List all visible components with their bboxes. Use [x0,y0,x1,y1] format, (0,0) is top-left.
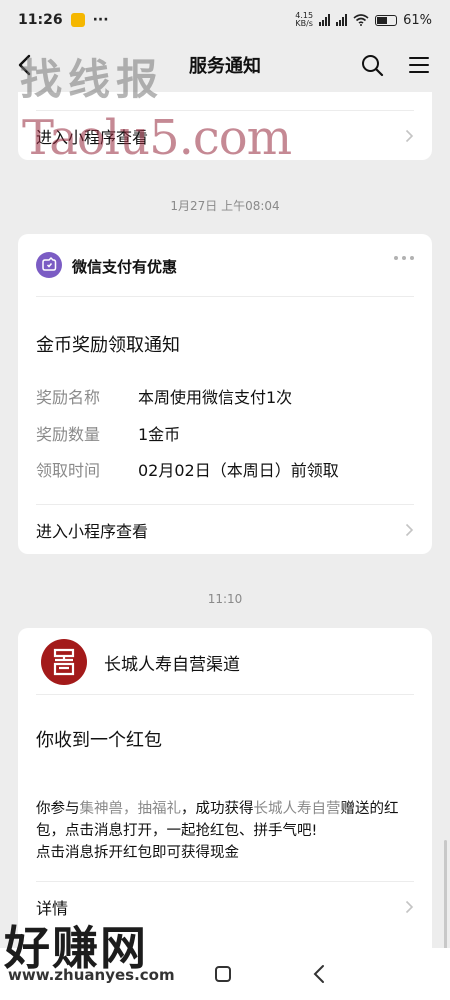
sender-name: 长城人寿自营渠道 [104,655,240,675]
message-body: 你参与集神兽，抽福礼，成功获得长城人寿自营赠送的红包，点击消息打开，一起抢红包、… [36,798,416,864]
message-timestamp: 1月27日 上午08:04 [170,199,280,213]
body-text: 点击消息拆开红包即可获得现金 [36,845,239,861]
divider [36,296,414,297]
divider [36,694,414,695]
status-time: 11:26 [18,12,63,28]
notification-app-icon [70,13,85,27]
nav-bar: 服务通知 [0,40,450,90]
wechat-pay-offer-icon [36,252,62,278]
link-label: 进入小程序查看 [36,522,149,541]
battery-level: 61% [403,12,432,28]
home-square-icon[interactable] [214,965,232,983]
signal-icon-2 [336,14,348,26]
field-label: 领取时间 [36,461,101,480]
back-triangle-icon[interactable] [312,964,326,984]
message-heading: 你收到一个红包 [36,730,162,751]
body-highlight: 长城人寿自营 [253,801,341,817]
field-value: 本周使用微信支付1次 [138,388,293,407]
chevron-left-icon[interactable] [14,53,36,77]
field-value: 02月02日（本周日）前领取 [138,461,339,480]
body-text: ，成功获得 [181,801,254,817]
more-options-icon[interactable] [394,256,414,260]
battery-icon [375,14,398,26]
status-left: 11:26 ··· [18,12,109,28]
net-speed-unit: KB/s [295,19,313,28]
message-card-wechat-pay[interactable]: 微信支付有优惠 金币奖励领取通知 奖励名称 本周使用微信支付1次 奖励数量 1金… [18,234,432,554]
message-heading: 金币奖励领取通知 [36,335,180,356]
sender-name: 微信支付有优惠 [72,258,178,276]
body-highlight: 集神兽，抽福礼 [79,801,182,817]
previous-message-card[interactable]: 进入小程序查看 [18,92,432,160]
field-value: 1金币 [138,425,181,444]
field-label: 奖励数量 [36,425,101,444]
status-more-dots: ··· [92,12,109,28]
status-bar: 11:26 ··· 4.15 KB/s 61% [0,0,450,40]
body-text: 你参与 [36,801,80,817]
link-label: 进入小程序查看 [36,128,149,147]
open-mini-program-link[interactable]: 进入小程序查看 [18,111,432,161]
search-icon[interactable] [360,53,384,77]
open-mini-program-link[interactable]: 进入小程序查看 [18,505,432,555]
chevron-right-icon [405,129,414,143]
watermark-bottom-url: www.zhuanyes.com [8,966,175,984]
signal-icon [319,14,331,26]
page-title: 服务通知 [189,56,261,77]
chevron-right-icon [405,900,414,914]
wifi-icon [353,14,369,26]
chevron-right-icon [405,523,414,537]
message-timestamp: 11:10 [207,592,243,606]
great-wall-life-logo-icon [41,639,87,685]
net-speed: 4.15 KB/s [295,12,313,28]
status-right: 4.15 KB/s 61% [295,12,432,28]
message-card-great-wall-life[interactable]: 长城人寿自营渠道 你收到一个红包 你参与集神兽，抽福礼，成功获得长城人寿自营赠送… [18,628,432,948]
field-label: 奖励名称 [36,388,101,407]
hamburger-menu-icon[interactable] [408,55,430,75]
